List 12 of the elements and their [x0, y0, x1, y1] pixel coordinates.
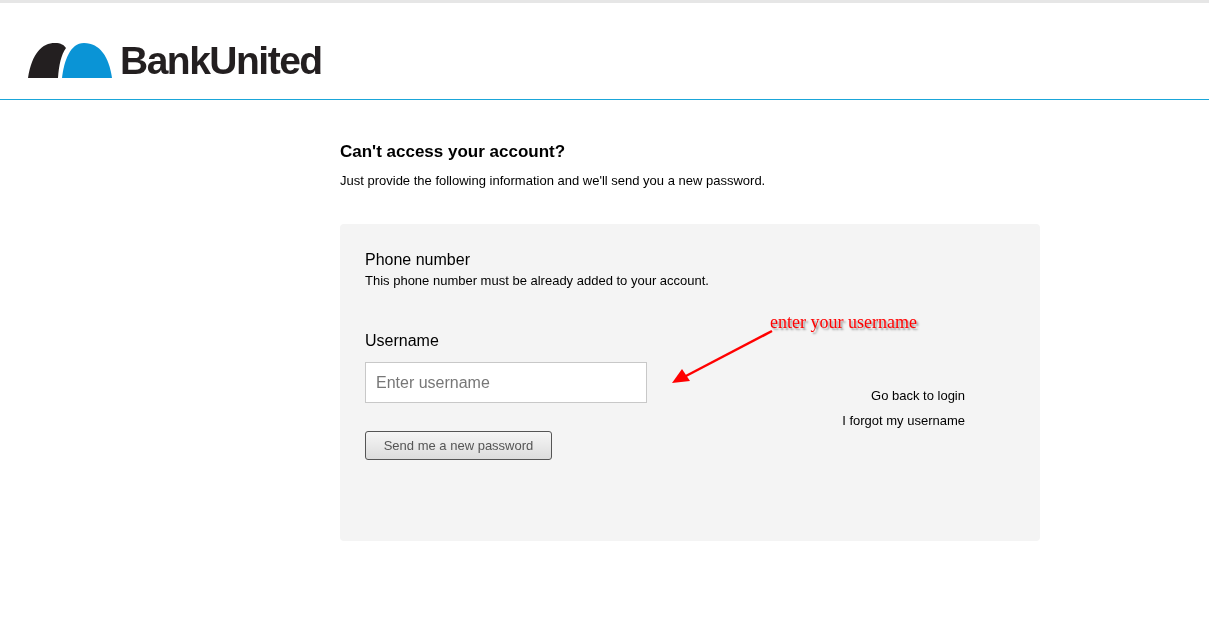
phone-hint: This phone number must be already added to your account.	[365, 273, 710, 288]
help-link[interactable]: I forgot my username	[842, 413, 965, 428]
intro-text: Just provide the following information and we'll send you a new password.	[340, 173, 767, 188]
help-link[interactable]: Go back to login	[871, 388, 965, 403]
annotation-text: enter your username	[770, 312, 917, 333]
submit-button[interactable]: Send me a new password	[365, 431, 552, 460]
username-label: Username	[365, 332, 440, 350]
logo-icon	[28, 43, 112, 78]
username-field[interactable]: Enter username	[365, 362, 647, 403]
page-heading: Can't access your account?	[340, 142, 567, 162]
phone-label: Phone number	[365, 251, 471, 269]
logo-text: BankUnited	[120, 43, 322, 78]
